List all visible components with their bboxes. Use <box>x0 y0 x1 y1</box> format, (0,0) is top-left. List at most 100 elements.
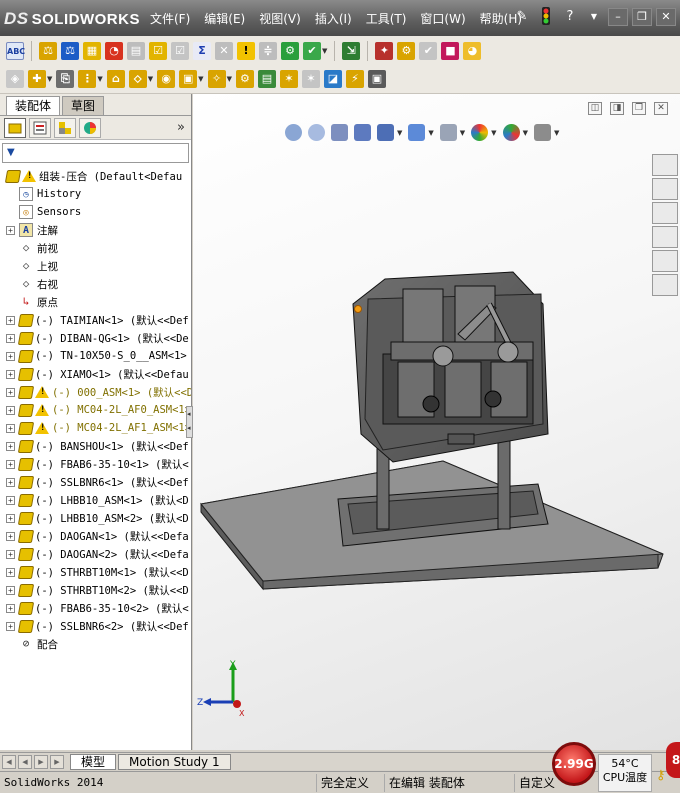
menu-edit[interactable]: 编辑(E) <box>204 10 245 27</box>
tree-node[interactable]: + (-) BANSHOU<1> (默认<<Def <box>0 437 191 455</box>
chevron-right-icon[interactable]: » <box>177 120 185 135</box>
simulation-icon[interactable]: ✦ <box>375 41 394 60</box>
expand-icon[interactable]: + <box>6 369 15 379</box>
traffic-light-icon[interactable] <box>536 6 556 28</box>
tree-node[interactable]: + (-) STHRBT10M<2> (默认<<D <box>0 581 191 599</box>
tree-node[interactable]: ◇ 上视 <box>0 257 191 275</box>
tree-node[interactable]: + (-) LHBB10_ASM<2> (默认<D <box>0 509 191 527</box>
tree-node[interactable]: ◇ 右视 <box>0 275 191 293</box>
expand-icon[interactable]: + <box>6 405 15 415</box>
expand-icon[interactable]: + <box>6 459 15 469</box>
expand-icon[interactable]: + <box>6 495 15 505</box>
gears-icon[interactable]: ⚙ <box>397 41 416 60</box>
tab-assembly[interactable]: 装配体 <box>6 96 61 115</box>
expand-icon[interactable]: + <box>6 567 15 577</box>
menu-file[interactable]: 文件(F) <box>150 10 190 27</box>
instant3d-icon[interactable]: ◪ <box>323 69 342 88</box>
tree-node[interactable]: 组装-压合 (Default<Defau <box>0 167 191 185</box>
tree-node[interactable]: ◇ 前视 <box>0 239 191 257</box>
featuremanager-icon[interactable] <box>4 117 26 138</box>
guide-column-right[interactable] <box>497 433 511 530</box>
feature-icon[interactable]: ⚙ <box>281 41 299 60</box>
spell-check-icon[interactable]: ABC <box>6 41 25 60</box>
bom-icon[interactable]: ▤ <box>127 41 145 60</box>
prev-tab-button[interactable]: ◀ <box>18 754 32 769</box>
check-gray-icon[interactable]: ☑ <box>171 41 189 60</box>
interference-icon[interactable]: ✔ <box>303 41 321 60</box>
close-button[interactable]: ✕ <box>656 8 676 26</box>
show-hidden-icon[interactable]: ◉ <box>157 69 176 88</box>
reference-geometry-icon[interactable]: ✧ <box>207 69 226 88</box>
chevron-down-icon[interactable]: ▼ <box>584 6 604 28</box>
bill-of-materials-icon[interactable]: ▤ <box>257 69 276 88</box>
tree-node[interactable]: + (-) MC04-2L_AF1_ASM<1> <box>0 419 191 437</box>
color-icon[interactable]: ■ <box>441 41 460 60</box>
mate-icon[interactable]: ⎘ <box>56 69 75 88</box>
graphics-area[interactable]: ◫ ◨ ❐ ✕ ▼ ▼ ▼ ▼ ▼ ▼ Y Z X <box>193 94 680 750</box>
measure-icon[interactable]: ⚖ <box>61 41 79 60</box>
explode-line-icon[interactable]: ✶ <box>301 69 320 88</box>
assembly-model[interactable] <box>193 94 680 750</box>
menu-tools[interactable]: 工具(T) <box>366 10 407 27</box>
chevron-down-icon[interactable]: ▼ <box>322 47 327 55</box>
last-tab-button[interactable]: ▶ <box>50 754 64 769</box>
relations-icon[interactable]: ✕ <box>215 41 233 60</box>
expand-icon[interactable]: + <box>6 351 15 361</box>
expand-icon[interactable]: + <box>6 513 15 523</box>
expand-icon[interactable]: + <box>6 603 15 613</box>
filter-box[interactable]: ▼ <box>2 143 189 163</box>
chevron-down-icon[interactable]: ▼ <box>198 75 203 83</box>
expand-icon[interactable]: + <box>6 387 15 397</box>
tab-model[interactable]: 模型 <box>70 753 117 770</box>
menu-insert[interactable]: 插入(I) <box>315 10 352 27</box>
status-custom[interactable]: 自定义 <box>514 774 555 792</box>
menu-view[interactable]: 视图(V) <box>259 10 301 27</box>
expand-icon[interactable]: + <box>6 549 15 559</box>
insert-component-icon[interactable]: ◈ <box>6 69 24 88</box>
tab-sketch[interactable]: 草图 <box>62 96 105 115</box>
configurationmanager-icon[interactable] <box>54 117 76 138</box>
exploded-view-icon[interactable]: ✶ <box>279 69 298 88</box>
sum-icon[interactable]: Σ <box>193 41 211 60</box>
tree-node[interactable]: + (-) DIBAN-QG<1> (默认<<De <box>0 329 191 347</box>
tree-node[interactable]: ◷ History <box>0 185 191 203</box>
speedpak-icon[interactable]: ⚡ <box>345 69 364 88</box>
expand-icon[interactable]: + <box>6 621 15 631</box>
tree-node[interactable]: + (-) SSLBNR6<2> (默认<<Def <box>0 617 191 635</box>
tree-node[interactable]: + (-) TAIMIAN<1> (默认<<Def <box>0 311 191 329</box>
propertymanager-icon[interactable] <box>29 117 51 138</box>
align-icon[interactable]: ≑ <box>259 41 277 60</box>
tree-node[interactable]: + (-) LHBB10_ASM<1> (默认<D <box>0 491 191 509</box>
tree-node[interactable]: + (-) STHRBT10M<1> (默认<<D <box>0 563 191 581</box>
tree-node[interactable]: + (-) DAOGAN<2> (默认<<Defa <box>0 545 191 563</box>
chevron-down-icon[interactable]: ▼ <box>97 75 102 83</box>
smart-fastener-icon[interactable]: ⌂ <box>106 69 125 88</box>
assembly-features-icon[interactable]: ▣ <box>179 69 198 88</box>
expand-icon[interactable]: + <box>6 423 15 433</box>
tree-node[interactable]: ◎ Sensors <box>0 203 191 221</box>
pin-icon[interactable]: ✎ <box>512 6 532 28</box>
tree-node[interactable]: ⊘ 配合 <box>0 635 191 653</box>
linear-pattern-icon[interactable]: ⋮ <box>78 69 97 88</box>
next-tab-button[interactable]: ▶ <box>34 754 48 769</box>
chevron-down-icon[interactable]: ▼ <box>227 75 232 83</box>
tree-node[interactable]: + (-) XIAMO<1> (默认<<Defau <box>0 365 191 383</box>
restore-button[interactable]: ❐ <box>632 8 652 26</box>
performance-icon[interactable]: ◔ <box>105 41 123 60</box>
first-tab-button[interactable]: ◀ <box>2 754 16 769</box>
chevron-down-icon[interactable]: ▼ <box>47 75 52 83</box>
import-icon[interactable]: ⇲ <box>342 41 361 60</box>
expand-icon[interactable]: + <box>6 225 15 235</box>
tree-node[interactable]: + (-) TN-10X50-S_0__ASM<1> <box>0 347 191 365</box>
section-icon[interactable]: ▦ <box>83 41 101 60</box>
tree-node[interactable]: + (-) MC04-2L_AF0_ASM<1> <box>0 401 191 419</box>
render-icon[interactable]: ◕ <box>463 41 482 60</box>
tree-node[interactable]: + A 注解 <box>0 221 191 239</box>
menu-window[interactable]: 窗口(W) <box>420 10 465 27</box>
tree-node[interactable]: + (-) FBAB6-35-10<2> (默认< <box>0 599 191 617</box>
mass-properties-icon[interactable]: ⚖ <box>39 41 57 60</box>
expand-icon[interactable]: + <box>6 333 15 343</box>
filter-icon[interactable]: ▼ <box>7 147 15 158</box>
expand-icon[interactable]: + <box>6 531 15 541</box>
panel-collapse-handle[interactable]: ◂ ◂ <box>186 406 193 438</box>
